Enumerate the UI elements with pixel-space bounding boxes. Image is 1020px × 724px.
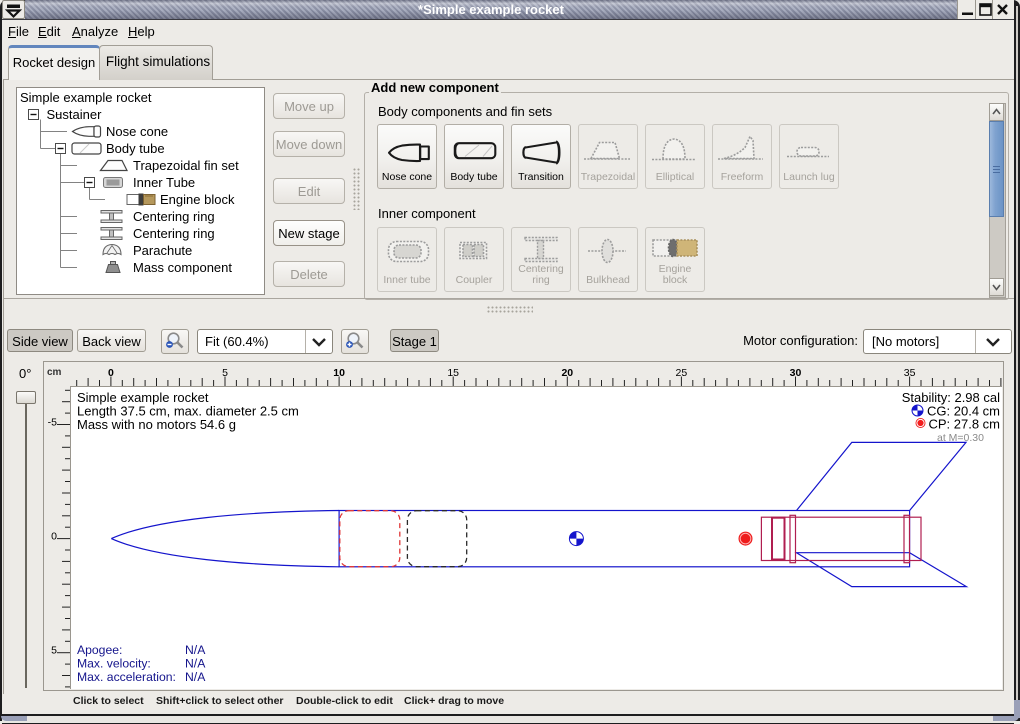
svg-text:N/A: N/A: [185, 670, 206, 684]
svg-text:20: 20: [561, 367, 573, 379]
svg-text:Mass with no motors 54.6 g: Mass with no motors 54.6 g: [77, 417, 236, 432]
svg-text:at M=0.30: at M=0.30: [937, 432, 984, 444]
svg-text:5: 5: [222, 367, 228, 379]
svg-text:Max. velocity:: Max. velocity:: [77, 657, 151, 671]
svg-text:Inner Tube: Inner Tube: [133, 175, 195, 190]
svg-text:Centering ring: Centering ring: [133, 226, 215, 241]
svg-text:Sustainer: Sustainer: [47, 107, 103, 122]
svg-text:Nose cone: Nose cone: [106, 124, 168, 139]
svg-text:10: 10: [333, 367, 345, 379]
svg-text:Body tube: Body tube: [106, 141, 165, 156]
svg-text:Trapezoidal fin set: Trapezoidal fin set: [133, 158, 239, 173]
svg-text:25: 25: [676, 367, 688, 379]
svg-text:Mass component: Mass component: [133, 260, 232, 275]
svg-text:0: 0: [51, 531, 57, 543]
svg-text:Centering ring: Centering ring: [133, 209, 215, 224]
svg-text:-5: -5: [48, 417, 57, 429]
svg-text:CP: 27.8 cm: CP: 27.8 cm: [928, 417, 1000, 432]
svg-text:30: 30: [790, 367, 802, 379]
svg-text:5: 5: [51, 645, 57, 657]
svg-text:35: 35: [904, 367, 916, 379]
svg-text:Apogee:: Apogee:: [77, 643, 122, 657]
svg-text:N/A: N/A: [185, 657, 206, 671]
svg-text:N/A: N/A: [185, 643, 206, 657]
svg-text:Engine block: Engine block: [160, 192, 235, 207]
svg-text:15: 15: [447, 367, 459, 379]
svg-text:Max. acceleration:: Max. acceleration:: [77, 670, 176, 684]
svg-text:Simple example rocket: Simple example rocket: [20, 90, 152, 105]
svg-text:0: 0: [108, 367, 114, 379]
svg-text:Parachute: Parachute: [133, 243, 192, 258]
